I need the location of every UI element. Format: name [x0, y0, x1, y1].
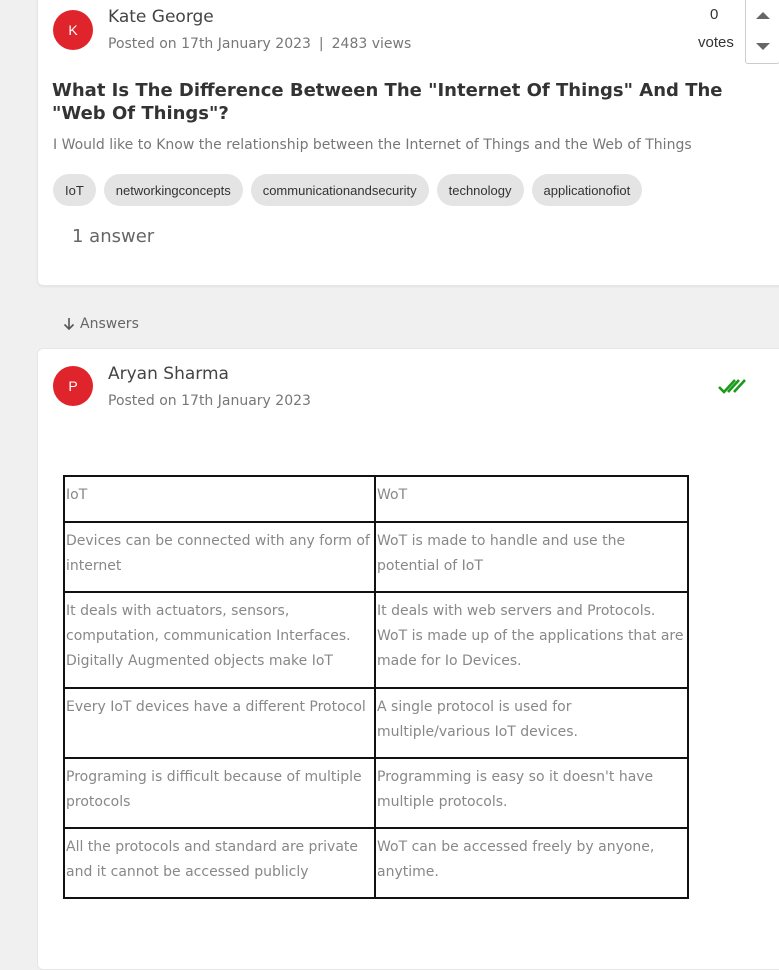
- answers-header-label: Answers: [80, 316, 139, 332]
- answers-section-header: Answers: [62, 316, 139, 332]
- question-meta: Posted on 17th January 2023 | 2483 views: [108, 36, 411, 52]
- table-cell: Programing is difficult because of multi…: [63, 757, 376, 829]
- answer-author-name[interactable]: Aryan Sharma: [108, 364, 229, 384]
- vote-label: votes: [698, 34, 734, 51]
- table-row: Programing is difficult because of multi…: [63, 757, 689, 829]
- table-cell: Programming is easy so it doesn't have m…: [374, 757, 689, 829]
- table-cell: WoT is made to handle and use the potent…: [374, 521, 689, 593]
- question-author-avatar[interactable]: K: [53, 10, 93, 50]
- tag-networkingconcepts[interactable]: networkingconcepts: [103, 174, 243, 206]
- tag-list: IoT networkingconcepts communicationands…: [53, 174, 643, 206]
- upvote-button[interactable]: [746, 0, 779, 31]
- table-cell: All the protocols and standard are priva…: [63, 827, 376, 899]
- meta-separator: |: [318, 36, 324, 52]
- caret-down-icon: [755, 43, 770, 50]
- avatar-initial: K: [68, 22, 78, 38]
- table-row: It deals with actuators, sensors, comput…: [63, 591, 689, 689]
- tag-iot[interactable]: IoT: [53, 174, 96, 206]
- answer-count[interactable]: 1 answer: [72, 226, 154, 247]
- tag-communicationandsecurity[interactable]: communicationandsecurity: [250, 174, 429, 206]
- avatar-initial: P: [68, 378, 78, 394]
- tag-applicationofiot[interactable]: applicationofiot: [531, 174, 643, 206]
- table-row: All the protocols and standard are priva…: [63, 827, 689, 899]
- table-cell: IoT: [63, 475, 376, 523]
- table-cell: Devices can be connected with any form o…: [63, 521, 376, 593]
- question-author-name[interactable]: Kate George: [108, 7, 214, 27]
- posted-date: Posted on 17th January 2023: [108, 36, 311, 52]
- caret-up-icon: [755, 12, 770, 19]
- table-row: Devices can be connected with any form o…: [63, 521, 689, 593]
- accepted-answer-icon: [718, 379, 746, 394]
- tag-technology[interactable]: technology: [436, 174, 524, 206]
- question-title[interactable]: What Is The Difference Between The "Inte…: [52, 79, 752, 125]
- table-row: Every IoT devices have a different Proto…: [63, 687, 689, 759]
- vote-count: 0: [710, 6, 719, 23]
- table-cell: Every IoT devices have a different Proto…: [63, 687, 376, 759]
- arrow-down-icon: [63, 318, 75, 331]
- table-cell: A single protocol is used for multiple/v…: [374, 687, 689, 759]
- vote-control: [745, 0, 779, 64]
- downvote-button[interactable]: [746, 31, 779, 62]
- table-cell: WoT: [374, 475, 689, 523]
- table-cell: It deals with actuators, sensors, comput…: [63, 591, 376, 689]
- table-cell: WoT can be accessed freely by anyone, an…: [374, 827, 689, 899]
- view-count: 2483 views: [331, 36, 412, 52]
- table-cell: It deals with web servers and Protocols.…: [374, 591, 689, 689]
- answer-posted-date: Posted on 17th January 2023: [108, 393, 311, 409]
- table-row: IoT WoT: [63, 475, 689, 523]
- question-description: I Would like to Know the relationship be…: [53, 137, 692, 153]
- comparison-table: IoT WoT Devices can be connected with an…: [63, 475, 689, 899]
- answer-author-avatar[interactable]: P: [53, 366, 93, 406]
